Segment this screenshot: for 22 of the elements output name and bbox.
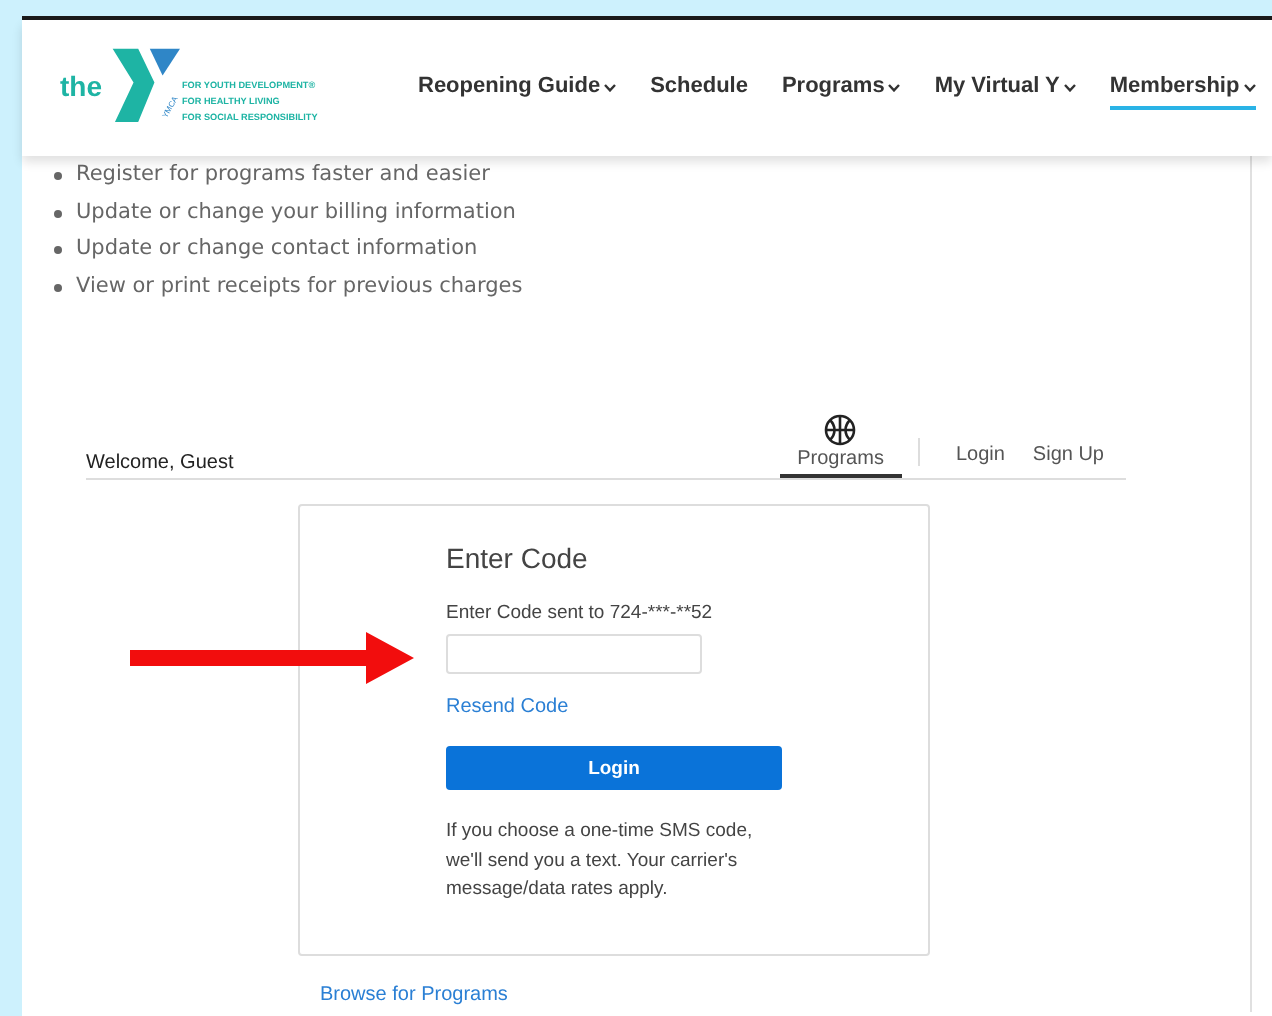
login-button[interactable]: Login bbox=[446, 746, 782, 790]
nav-menu-item[interactable]: My Virtual Y bbox=[934, 66, 1076, 110]
nav-menu-item[interactable]: Reopening Guide bbox=[418, 66, 617, 110]
browse-programs-link[interactable]: Browse for Programs bbox=[320, 984, 508, 1006]
form-title: Enter Code bbox=[446, 542, 588, 574]
logo-word: the bbox=[60, 70, 102, 102]
account-tab[interactable]: Sign Up bbox=[1018, 444, 1118, 478]
field-label: Enter Code sent to 724-***-**52 bbox=[446, 602, 713, 624]
basketball-icon bbox=[824, 414, 857, 446]
nav-menu-item[interactable]: Programs bbox=[781, 66, 901, 110]
benefit-item: View or print receipts for previous charges bbox=[52, 267, 523, 304]
nav-menu-item[interactable]: Schedule bbox=[650, 66, 748, 110]
account-tab[interactable]: Login bbox=[941, 444, 1019, 478]
welcome-text: Welcome, Guest bbox=[86, 452, 234, 478]
sms-note: If you choose a one-time SMS code, we'll send you a text. Your carrier's message/data rates apply. bbox=[446, 818, 755, 904]
code-input-field[interactable] bbox=[446, 634, 702, 674]
benefit-item: Update or change contact information bbox=[52, 230, 478, 267]
benefit-item: Update or change your billing information bbox=[52, 193, 516, 230]
account-tab[interactable]: Programs bbox=[779, 414, 902, 478]
resend-code-link[interactable]: Resend Code bbox=[446, 696, 569, 718]
benefit-item: Register for programs faster and easier bbox=[52, 156, 490, 193]
nav-menu-item[interactable]: Membership bbox=[1109, 66, 1256, 110]
